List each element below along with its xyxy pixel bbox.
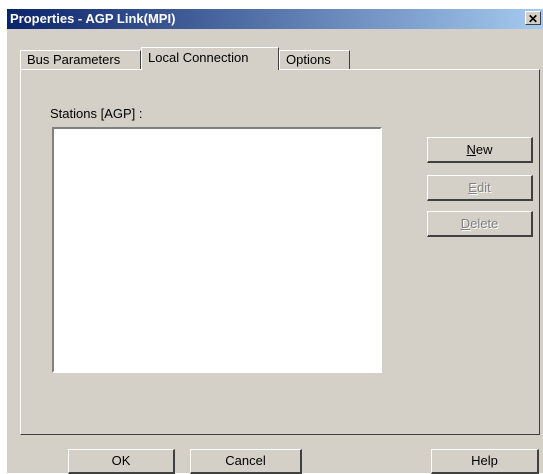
tab-options[interactable]: Options — [279, 50, 350, 69]
tab-options-label: Options — [286, 52, 331, 67]
stations-label: Stations [AGP] : — [50, 106, 143, 121]
delete-button-mnemonic: D — [460, 216, 471, 231]
properties-dialog: Properties - AGP Link(MPI) ✕ Bus Paramet… — [7, 9, 543, 474]
window-title: Properties - AGP Link(MPI) — [10, 11, 176, 26]
delete-button-label: elete — [470, 216, 499, 231]
close-button[interactable]: ✕ — [525, 11, 541, 26]
new-button-label: ew — [475, 142, 493, 157]
cancel-button[interactable]: Cancel — [190, 449, 302, 474]
ok-button[interactable]: OK — [68, 449, 175, 474]
tab-bus-parameters-label: Bus Parameters — [27, 52, 121, 67]
title-bar[interactable]: Properties - AGP Link(MPI) ✕ — [7, 9, 543, 29]
tab-strip: Bus Parameters Local Connection Options — [20, 47, 540, 70]
edit-button[interactable]: Edit — [427, 175, 533, 201]
tab-bus-parameters[interactable]: Bus Parameters — [20, 50, 141, 69]
tab-local-connection-label: Local Connection — [148, 50, 249, 65]
delete-button[interactable]: Delete — [427, 211, 533, 237]
edit-button-mnemonic: E — [468, 180, 477, 195]
help-button[interactable]: Help — [431, 449, 539, 474]
close-icon: ✕ — [527, 12, 539, 26]
tab-panel-local-connection: Stations [AGP] : New Edit Delete — [20, 69, 540, 435]
edit-button-label: dit — [476, 180, 491, 195]
new-button-mnemonic: N — [466, 142, 476, 157]
new-button[interactable]: New — [427, 137, 533, 163]
stations-listbox[interactable] — [52, 127, 382, 373]
tab-local-connection[interactable]: Local Connection — [141, 47, 279, 70]
